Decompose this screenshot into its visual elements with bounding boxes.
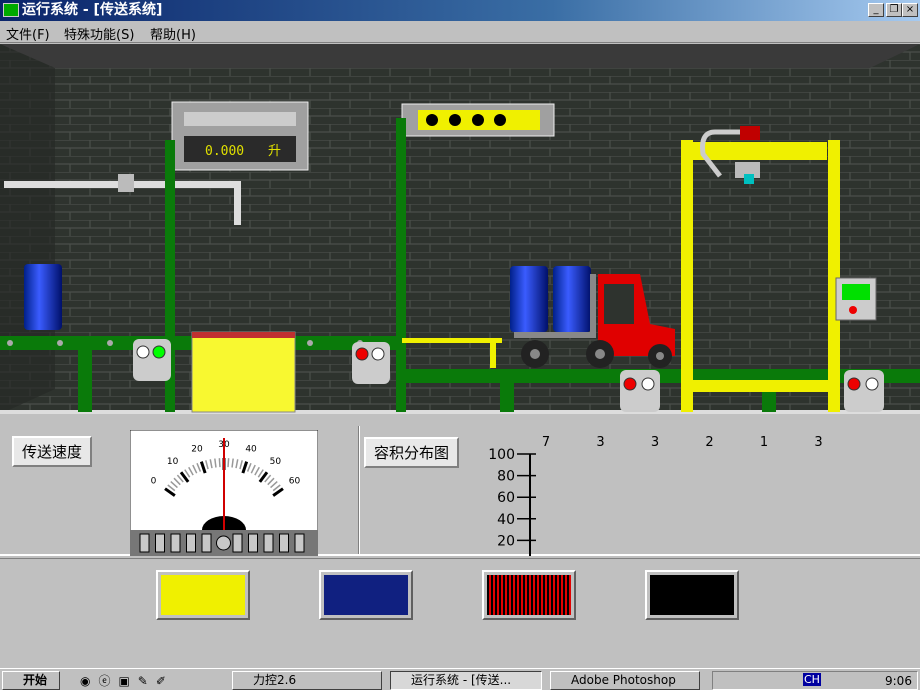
gauge-tick (227, 458, 230, 468)
gauge-slot (294, 533, 305, 553)
gauge-knob (216, 535, 231, 551)
speed-gauge: 0102030405060 (130, 430, 318, 556)
task-likong[interactable]: 力控2.6 (232, 671, 382, 690)
yellow-container (191, 331, 296, 413)
menu-file[interactable]: 文件(F) (6, 24, 50, 43)
valve-icon (118, 174, 134, 192)
y-tick-label: 40 (497, 512, 515, 528)
speed-label: 传送速度 (12, 436, 93, 467)
conveyor-belt-2 (402, 369, 920, 383)
sensor-2 (352, 342, 390, 384)
taskbar: 开始 ◉ⓔ▣✎✐ 力控2.6 运行系统 - [传送... Adobe Photo… (0, 668, 920, 690)
gauge-label: 40 (245, 444, 257, 454)
start-button[interactable]: 开始 (2, 671, 60, 690)
gauge-tick (218, 458, 221, 468)
conveyor-scene: 0.000 升 (0, 44, 920, 414)
minimize-button[interactable]: _ (868, 3, 884, 17)
chart-top-label: 3 (814, 435, 822, 450)
gauge-slot (155, 533, 165, 553)
close-button[interactable]: × (902, 3, 918, 17)
barrel (24, 264, 62, 330)
thumbnail-red-waveform[interactable] (482, 570, 576, 620)
window-title: 运行系统 - [传送系统] (22, 2, 163, 18)
task-runtime[interactable]: 运行系统 - [传送... (390, 671, 542, 690)
gauge-label: 60 (289, 477, 301, 487)
app-icon (3, 3, 19, 17)
gauge-slot (279, 533, 289, 553)
menu-special[interactable]: 特殊功能(S) (64, 24, 134, 43)
menu-help[interactable]: 帮助(H) (150, 24, 196, 43)
menu-bar: 文件(F) 特殊功能(S) 帮助(H) (0, 21, 920, 43)
volume-unit: 升 (268, 144, 281, 159)
thumbnail-black-display[interactable] (645, 570, 739, 620)
chart-top-label: 2 (705, 435, 713, 450)
sensor-4 (844, 370, 884, 412)
chart-top-label: 3 (651, 435, 659, 450)
thumbnail-flow-diagram[interactable] (156, 570, 250, 620)
y-tick-label: 100 (488, 447, 515, 463)
gauge-slot (263, 533, 274, 553)
volume-chart: 7 3 3 2 1 3 100 80 60 40 20 (488, 435, 823, 556)
chart-top-label: 1 (760, 435, 768, 450)
chart-top-label: 7 (542, 435, 550, 450)
barrel (553, 266, 591, 332)
gauge-slot (248, 533, 258, 553)
volume-chart-label: 容积分布图 (364, 437, 460, 468)
gauge-slot (139, 533, 150, 553)
gauge-slot (232, 533, 243, 553)
thumbnail-strip (0, 558, 920, 638)
clock: 9:06 (885, 674, 912, 688)
restore-button[interactable]: ❐ (886, 3, 902, 17)
gauge-slot (201, 533, 212, 553)
y-tick-label: 20 (497, 533, 515, 549)
title-bar: 运行系统 - [传送系统] (0, 0, 920, 21)
system-tray: CH 9:06 (712, 671, 918, 690)
gauge-label: 50 (270, 457, 282, 467)
task-photoshop[interactable]: Adobe Photoshop (550, 671, 700, 690)
y-tick-label: 60 (497, 490, 515, 506)
divider (358, 426, 360, 554)
sensor-3 (620, 370, 660, 412)
barrel (510, 266, 548, 332)
gauge-label: 20 (191, 444, 203, 454)
language-indicator[interactable]: CH (803, 673, 821, 686)
chart-top-label: 3 (596, 435, 604, 450)
gauge-label: 0 (151, 477, 157, 487)
volume-display: 0.000 (205, 144, 244, 159)
gauge-slot (170, 533, 181, 553)
quick-launch-icons[interactable]: ◉ⓔ▣✎✐ (80, 672, 200, 689)
sensor-1 (133, 339, 171, 381)
gauge-slot (186, 533, 196, 553)
gauge-label: 10 (167, 457, 179, 467)
y-tick-label: 80 (497, 469, 515, 485)
thumbnail-conveyor-scene[interactable] (319, 570, 413, 620)
